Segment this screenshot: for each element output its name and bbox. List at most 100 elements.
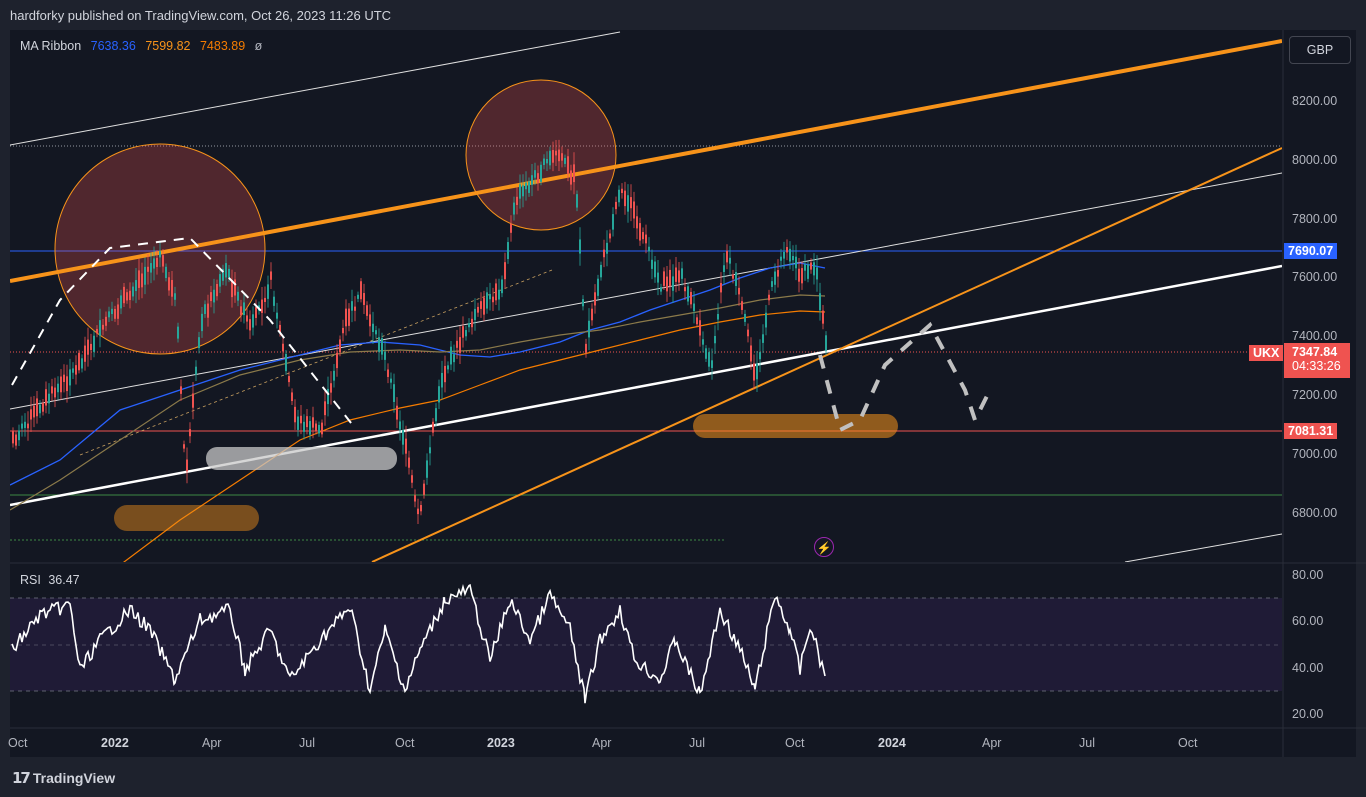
- event-bolt-icon[interactable]: ⚡: [814, 537, 834, 557]
- candle-body: [477, 306, 479, 313]
- candle-body: [753, 363, 755, 381]
- price-axis-label: 8000.00: [1292, 153, 1338, 167]
- candle-body: [132, 286, 134, 297]
- candle-body: [363, 293, 365, 305]
- indicator-legend[interactable]: MA Ribbon 7638.36 7599.82 7483.89 ø: [20, 39, 268, 53]
- candle-body: [516, 196, 518, 205]
- candle-body: [759, 352, 761, 360]
- candle-body: [720, 283, 722, 293]
- candle-body: [273, 296, 275, 306]
- candle-body: [777, 270, 779, 277]
- candle-body: [144, 266, 146, 285]
- candle-body: [27, 423, 29, 429]
- candle-body: [474, 308, 476, 321]
- rsi-value: 36.47: [48, 573, 80, 587]
- highlight-circle-top: [465, 79, 617, 231]
- candle-body: [354, 306, 356, 311]
- candle-body: [60, 376, 62, 393]
- candle-body: [51, 386, 53, 394]
- candle-body: [621, 188, 623, 194]
- candle-body: [795, 256, 797, 269]
- time-axis-label: Oct: [785, 736, 805, 750]
- candle-body: [312, 417, 314, 428]
- candle-body: [804, 264, 806, 271]
- price-axis-label: 7800.00: [1292, 212, 1338, 226]
- candle-body: [570, 170, 572, 185]
- candle-body: [489, 294, 491, 300]
- candle-body: [48, 393, 50, 404]
- candle-body: [645, 234, 647, 244]
- visibility-icon[interactable]: ø: [255, 39, 263, 53]
- candle-body: [180, 386, 182, 394]
- currency-button[interactable]: GBP: [1289, 36, 1351, 64]
- candle-body: [66, 376, 68, 392]
- price-axis-label: 7200.00: [1292, 388, 1338, 402]
- legend-value-1: 7638.36: [90, 39, 136, 53]
- support-zone-right: [693, 414, 898, 438]
- candle-body: [213, 289, 215, 303]
- candle-body: [423, 483, 425, 495]
- candle-body: [333, 370, 335, 381]
- candle-body: [708, 352, 710, 367]
- candle-body: [156, 257, 158, 267]
- candle-body: [417, 508, 419, 515]
- candle-body: [495, 283, 497, 301]
- candle-body: [201, 313, 203, 332]
- candle-body: [129, 290, 131, 301]
- candle-body: [501, 279, 503, 294]
- candle-body: [276, 312, 278, 319]
- candle-body: [705, 348, 707, 359]
- candle-body: [45, 389, 47, 406]
- candle-body: [510, 223, 512, 233]
- candle-body: [702, 339, 704, 345]
- candle-body: [735, 272, 737, 286]
- candle-body: [630, 197, 632, 209]
- candle-body: [807, 264, 809, 279]
- footer-brand[interactable]: 𝟭𝟳 TradingView: [12, 769, 115, 787]
- candle-body: [552, 150, 554, 163]
- candle-body: [429, 447, 431, 454]
- candle-body: [744, 313, 746, 322]
- candle-body: [171, 280, 173, 297]
- candle-body: [756, 363, 758, 380]
- candle-body: [117, 304, 119, 319]
- candle-body: [219, 274, 221, 287]
- candle-body: [483, 297, 485, 315]
- candle-body: [147, 266, 149, 272]
- countdown-tag: 04:33:26: [1292, 359, 1341, 373]
- candle-body: [15, 434, 17, 446]
- candle-body: [657, 272, 659, 283]
- time-axis-label: 2022: [101, 736, 129, 750]
- candle-body: [450, 346, 452, 365]
- candle-body: [225, 263, 227, 278]
- candle-body: [768, 294, 770, 301]
- candle-body: [21, 423, 23, 429]
- candle-body: [525, 182, 527, 190]
- candle-body: [150, 263, 152, 273]
- candle-body: [321, 422, 323, 435]
- rsi-legend[interactable]: RSI 36.47: [20, 573, 80, 587]
- candle-body: [120, 295, 122, 309]
- candle-body: [528, 181, 530, 193]
- legend-value-2: 7599.82: [145, 39, 191, 53]
- candle-body: [678, 270, 680, 283]
- candle-body: [393, 384, 395, 402]
- candle-body: [411, 475, 413, 483]
- candle-body: [504, 262, 506, 280]
- candle-body: [291, 392, 293, 402]
- candle-body: [294, 406, 296, 423]
- candle-body: [396, 405, 398, 420]
- candle-body: [648, 246, 650, 252]
- rsi-axis-label: 40.00: [1292, 661, 1324, 675]
- candle-body: [615, 201, 617, 210]
- candle-body: [12, 431, 14, 444]
- candle-body: [456, 340, 458, 348]
- candle-body: [372, 323, 374, 332]
- legend-name: MA Ribbon: [20, 39, 82, 53]
- candle-body: [99, 320, 101, 336]
- candle-body: [447, 365, 449, 370]
- price-axis-label: 7600.00: [1292, 270, 1338, 284]
- time-axis-label: 2024: [878, 736, 906, 750]
- candle-body: [741, 301, 743, 310]
- candle-body: [54, 387, 56, 398]
